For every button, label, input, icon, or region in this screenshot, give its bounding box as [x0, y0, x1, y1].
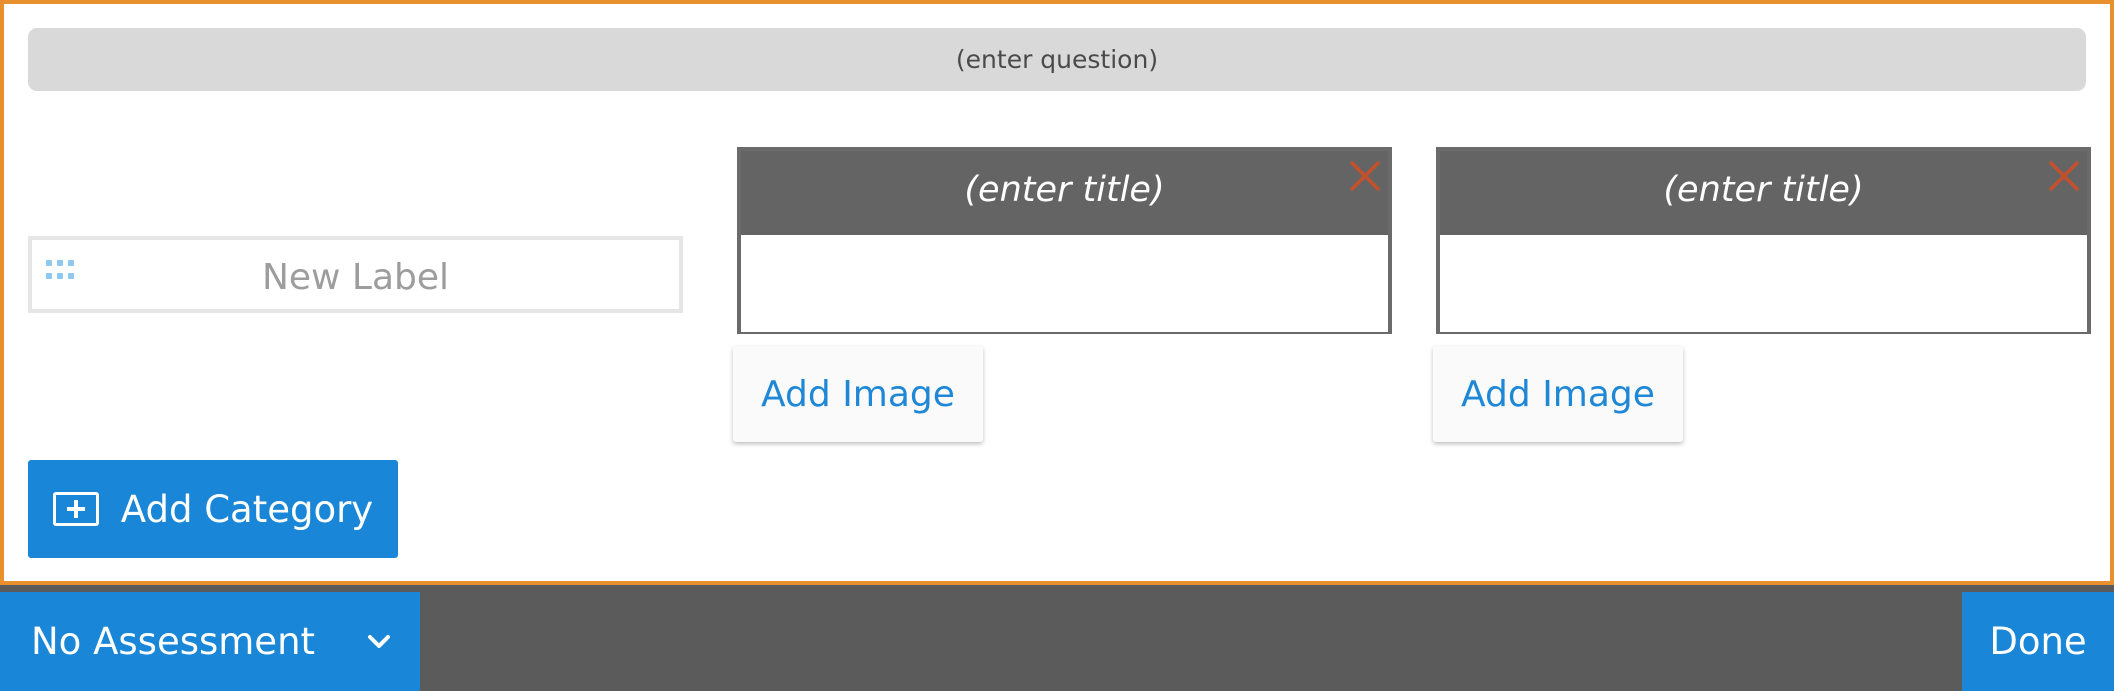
category-title-input[interactable]: (enter title): [964, 170, 1164, 216]
category-header: (enter title): [741, 151, 1388, 237]
category-header: (enter title): [1440, 151, 2087, 237]
question-placeholder: (enter question): [955, 45, 1159, 74]
category-drop-zone[interactable]: [741, 237, 1388, 332]
done-button[interactable]: Done: [1962, 592, 2114, 691]
category-card-2: (enter title): [1436, 147, 2091, 334]
close-icon[interactable]: [2045, 157, 2083, 195]
add-image-button[interactable]: Add Image: [733, 346, 983, 442]
drag-handle-icon[interactable]: [46, 260, 78, 280]
draggable-label[interactable]: New Label: [28, 236, 683, 313]
question-editor: (enter question) New Label (enter title)…: [0, 0, 2114, 585]
question-input[interactable]: (enter question): [28, 28, 2086, 91]
assessment-selected: No Assessment: [31, 620, 316, 663]
add-category-button[interactable]: Add Category: [28, 460, 398, 558]
add-category-label: Add Category: [120, 487, 374, 531]
category-drop-zone[interactable]: [1440, 237, 2087, 332]
assessment-dropdown[interactable]: No Assessment: [0, 592, 420, 691]
chevron-down-icon: [368, 634, 390, 648]
close-icon[interactable]: [1346, 157, 1384, 195]
category-card-1: (enter title): [737, 147, 1392, 334]
add-image-button[interactable]: Add Image: [1433, 346, 1683, 442]
plus-box-icon: [52, 492, 99, 526]
category-title-input[interactable]: (enter title): [1663, 170, 1863, 216]
label-text: New Label: [261, 257, 450, 298]
